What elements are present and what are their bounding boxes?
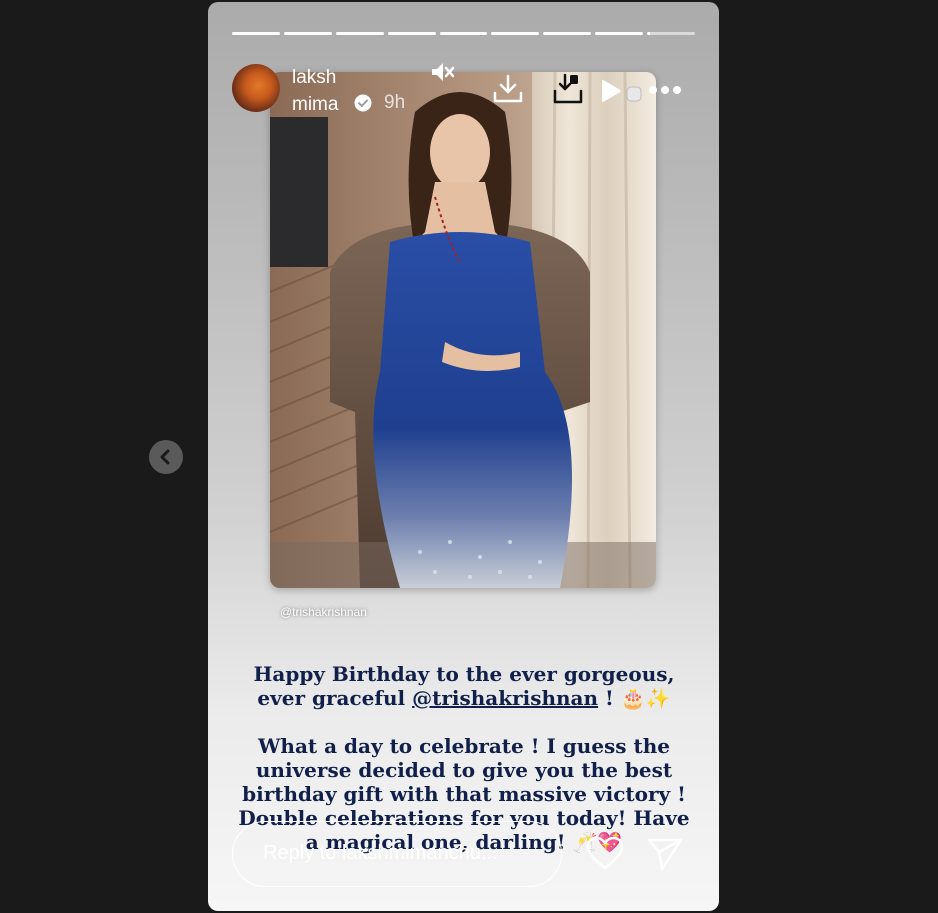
chevron-left-icon (160, 449, 170, 465)
story-progress-bar (232, 32, 696, 35)
progress-segment (387, 32, 436, 35)
progress-segment (491, 32, 540, 35)
photo-tag[interactable]: @trishakrishnan (280, 605, 367, 619)
verified-badge-icon (354, 94, 372, 112)
post-time: 9h (384, 92, 406, 113)
progress-segment (439, 32, 488, 35)
progress-segment (595, 32, 644, 35)
sticker-icon[interactable] (626, 86, 644, 104)
send-icon[interactable] (646, 836, 684, 872)
reply-input[interactable]: Reply to lakshmimanchu... (232, 821, 562, 887)
progress-segment (283, 32, 332, 35)
username[interactable]: laksh mima (292, 64, 362, 118)
previous-story-button[interactable] (149, 440, 183, 474)
download-icon[interactable] (492, 73, 524, 105)
avatar[interactable] (232, 64, 280, 112)
caption-mention[interactable]: @trishakrishnan (412, 686, 598, 710)
more-options-icon[interactable] (648, 82, 682, 98)
progress-segment (647, 32, 696, 35)
caption-line1: Happy Birthday to the ever gorgeous, eve… (234, 662, 694, 710)
story-viewer[interactable]: @trishakrishnan laksh mima 9h Happy Birt… (208, 2, 719, 911)
progress-segment (335, 32, 384, 35)
speaker-muted-icon[interactable] (430, 60, 456, 84)
play-icon[interactable] (600, 79, 622, 103)
save-to-device-icon[interactable] (552, 73, 584, 105)
story-photo (270, 72, 656, 588)
progress-segment (543, 32, 592, 35)
progress-segment (232, 32, 280, 35)
caption-emoji: ! 🎂✨ (598, 686, 671, 710)
heart-icon[interactable] (586, 836, 624, 872)
